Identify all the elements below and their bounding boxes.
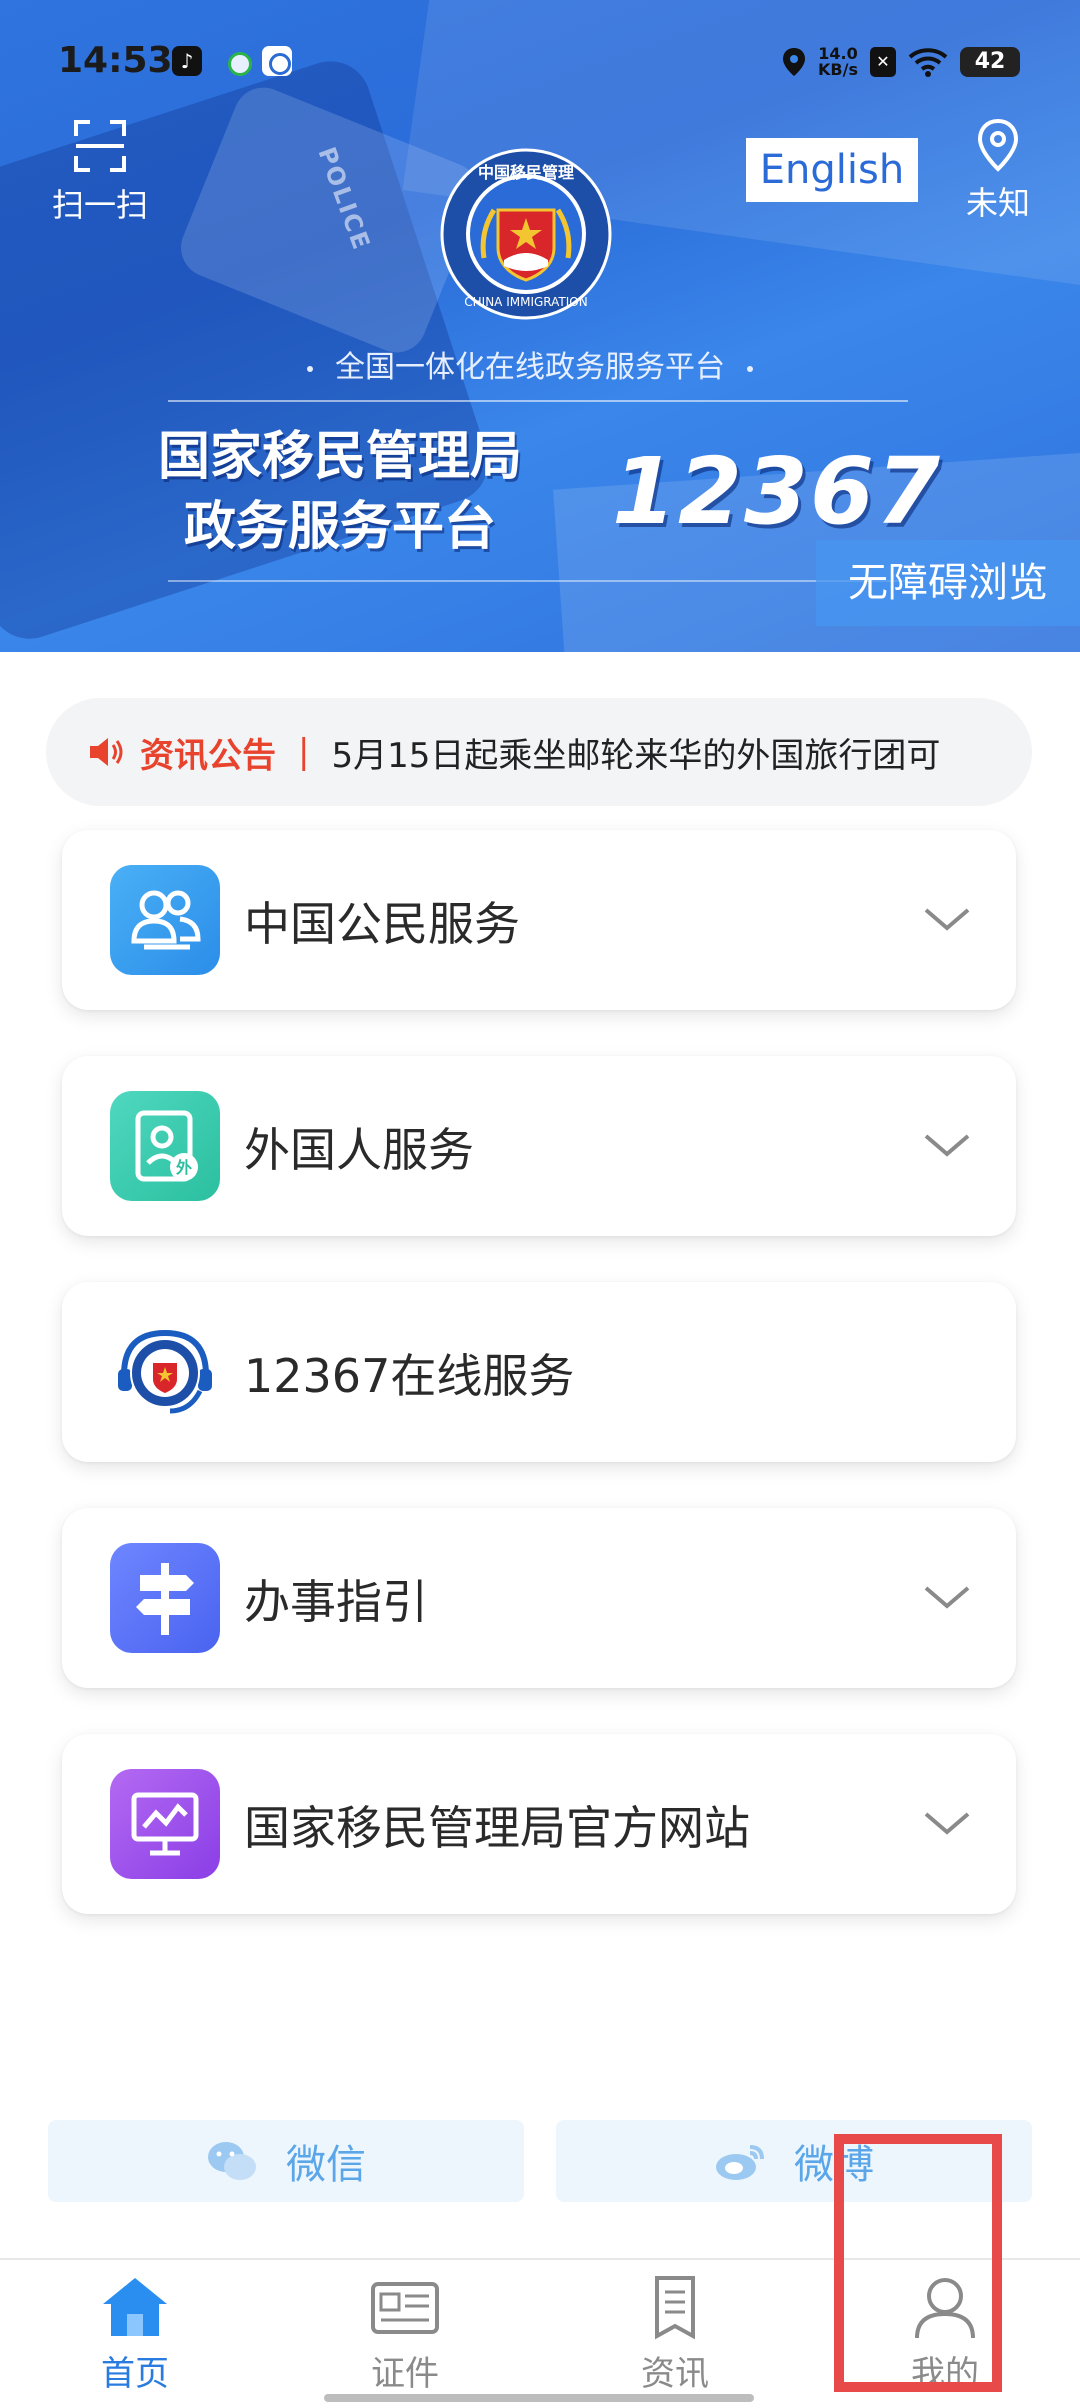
location-label: 未知 [965, 184, 1030, 222]
battery-indicator: 42 [960, 47, 1020, 77]
service-label: 中国公民服务 [244, 897, 520, 951]
wechat-button[interactable]: 微信 [48, 2120, 524, 2202]
accessible-browsing-button[interactable]: 无障碍浏览 [816, 540, 1080, 626]
status-right-group: 14.0 KB/s ✕ 42 [782, 42, 1020, 82]
china-immigration-emblem-icon: 中国移民管理 CHINA IMMIGRATION [440, 148, 612, 320]
service-card-official-site[interactable]: 国家移民管理局官方网站 [62, 1734, 1016, 1914]
service-card-guide[interactable]: 办事指引 [62, 1508, 1016, 1688]
emblem-lettering: 中国移民管理 [478, 163, 574, 182]
news-icon [655, 2276, 695, 2340]
english-language-button[interactable]: English [746, 138, 918, 202]
location-pin-icon [977, 118, 1019, 172]
tab-certificates[interactable]: 证件 [320, 2274, 490, 2395]
sim-x-icon: ✕ [870, 47, 896, 77]
notice-message[interactable]: 5月15日起乘坐邮轮来华的外国旅行团可 [331, 728, 940, 777]
platform-title-line1: 国家移民管理局 [157, 427, 522, 487]
app-notification-icon [262, 46, 292, 76]
scan-label: 扫一扫 [51, 186, 148, 224]
scan-icon [74, 120, 126, 172]
weibo-icon [716, 2145, 764, 2180]
service-label: 12367在线服务 [244, 1349, 575, 1403]
tiktok-notification-icon: ♪ [172, 46, 202, 76]
chevron-down-icon[interactable] [922, 1580, 972, 1614]
platform-subtitle: 全国一体化在线政务服务平台 [0, 342, 1060, 386]
signpost-icon [110, 1543, 220, 1653]
chevron-down-icon[interactable] [922, 902, 972, 936]
citizen-group-icon [110, 865, 220, 975]
notice-separator: | [298, 732, 310, 772]
home-icon [103, 2278, 167, 2336]
tab-news[interactable]: 资讯 [590, 2274, 760, 2395]
wechat-icon [208, 2142, 256, 2180]
location-button[interactable]: 未知 [952, 118, 1044, 228]
immigration-emblem-headset-icon [110, 1317, 220, 1427]
service-card-citizen[interactable]: 中国公民服务 [62, 830, 1016, 1010]
subtitle-text: 全国一体化在线政务服务平台 [335, 350, 725, 385]
network-speed: 14.0 KB/s [818, 46, 858, 78]
highlight-box [834, 2134, 1002, 2392]
service-card-12367-online[interactable]: 12367在线服务 [62, 1282, 1016, 1462]
tab-label: 资讯 [641, 2354, 709, 2394]
platform-title: 国家移民管理局 政务服务平台 [150, 422, 530, 562]
foreigner-id-icon: 外 [110, 1091, 220, 1201]
service-label: 国家移民管理局官方网站 [244, 1801, 750, 1855]
hotline-number: 12367 [612, 438, 943, 545]
chevron-down-icon[interactable] [922, 1128, 972, 1162]
platform-title-line2: 政务服务平台 [183, 497, 496, 557]
status-bar: 14:53 ♪ 14.0 KB/s ✕ 42 [0, 0, 1080, 130]
id-card-icon [371, 2282, 439, 2334]
scan-button[interactable]: 扫一扫 [40, 118, 160, 228]
notice-bar[interactable]: 资讯公告 | 5月15日起乘坐邮轮来华的外国旅行团可 [46, 698, 1032, 806]
tab-label: 首页 [101, 2354, 169, 2394]
service-label: 办事指引 [244, 1575, 428, 1629]
home-indicator[interactable] [324, 2394, 754, 2402]
tab-label: 证件 [371, 2354, 439, 2394]
tab-home[interactable]: 首页 [50, 2274, 220, 2395]
foreigner-badge-lettering: 外 [175, 1158, 192, 1177]
service-card-foreigner[interactable]: 外 外国人服务 [62, 1056, 1016, 1236]
notice-label: 资讯公告 [140, 735, 276, 776]
chevron-down-icon[interactable] [922, 1806, 972, 1840]
app-notification-icon [222, 46, 252, 76]
banner-divider [168, 400, 908, 402]
header-banner: POLICE 14:53 ♪ 14.0 KB/s ✕ 42 扫一扫 Englis… [0, 0, 1080, 652]
location-status-icon [783, 48, 806, 76]
banner-divider [168, 580, 908, 582]
subtitle-dot [307, 365, 313, 372]
subtitle-dot [747, 365, 753, 372]
service-label: 外国人服务 [244, 1123, 474, 1177]
network-speed-unit: KB/s [818, 60, 858, 79]
emblem-lettering-en: CHINA IMMIGRATION [464, 295, 587, 309]
speaker-icon [90, 738, 123, 766]
wechat-label: 微信 [286, 2142, 366, 2188]
wifi-icon [908, 48, 948, 77]
status-time: 14:53 [58, 40, 173, 81]
monitor-chart-icon [110, 1769, 220, 1879]
